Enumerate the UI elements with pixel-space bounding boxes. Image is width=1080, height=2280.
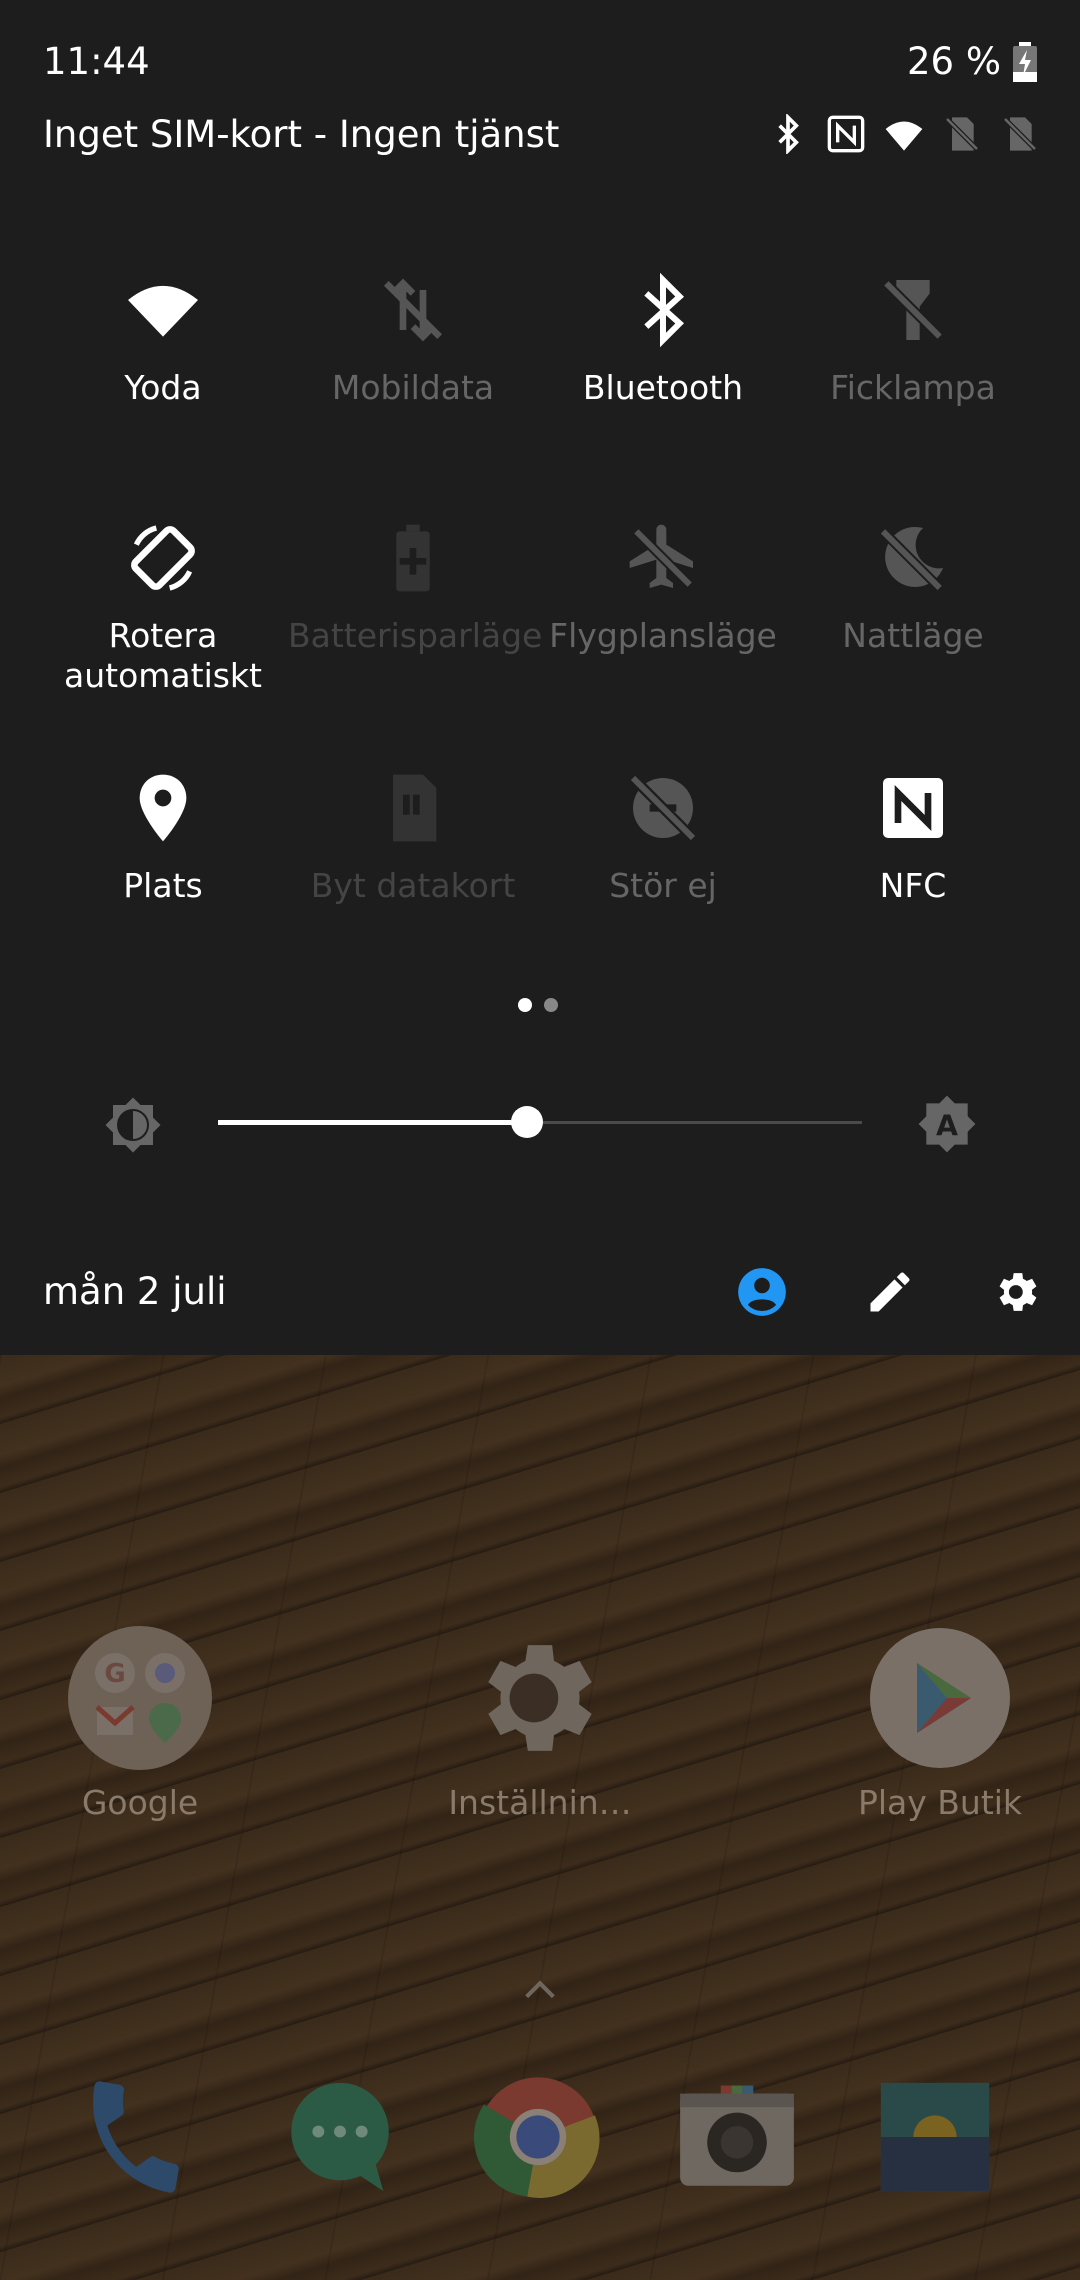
brightness-slider-fill [218,1120,528,1125]
date-text: mån 2 juli [43,1270,227,1313]
do-not-disturb-icon [629,774,697,842]
no-sim-icon [1003,117,1037,151]
gear-icon [999,1273,1037,1311]
battery-charging-icon [1013,41,1037,82]
location-icon [139,774,187,842]
tile-mobile-data[interactable]: Mobildata [288,270,538,408]
tile-flashlight[interactable]: Ficklampa [788,270,1038,408]
app-label: Play Butik [857,1783,1023,1822]
tile-label: Bluetooth [582,368,744,407]
carrier-text: Inget SIM-kort - Ingen tjänst [43,113,560,156]
tile-switch-data-card[interactable]: Byt datakort [288,768,538,906]
auto-brightness-label: A [936,1110,958,1143]
settings-app-icon [488,1645,592,1751]
tile-battery-saver[interactable]: Batterisparläge [288,518,543,656]
app-drawer-chevron-icon[interactable] [520,1970,560,2010]
tile-label: NFC [879,866,947,905]
tile-do-not-disturb[interactable]: Stör ej [538,768,788,906]
sim-card-icon [393,774,437,842]
tile-night-mode[interactable]: Nattläge [788,518,1038,656]
app-label: Google [81,1783,199,1822]
pencil-icon [870,1272,910,1312]
tile-label: Stör ej [609,866,717,905]
nfc-icon [827,115,865,153]
wifi-icon [128,285,198,337]
airplane-mode-icon [629,524,694,589]
chrome-icon[interactable] [473,2072,603,2202]
bluetooth-icon [778,114,799,154]
no-sim-icon [945,117,979,151]
battery-saver-icon [396,524,430,592]
night-mode-icon [879,526,944,592]
wifi-icon [885,121,923,151]
tile-label: Rotera automatiskt [64,616,262,695]
tile-label: Flygplansläge [549,616,777,655]
battery-percent: 26 % [907,40,1001,83]
shade-actions [720,1260,1060,1324]
tile-bluetooth[interactable]: Bluetooth [538,270,788,408]
phone-icon[interactable] [70,2072,200,2202]
tile-wifi[interactable]: Yoda [38,270,288,408]
nfc-icon [883,778,943,838]
app-google-folder[interactable]: G Google [20,1625,260,1822]
status-time: 11:44 [43,40,150,83]
app-settings[interactable]: Inställnin… [420,1625,660,1822]
user-button[interactable] [720,1260,804,1324]
tile-label: Nattläge [842,616,984,655]
tile-airplane-mode[interactable]: Flygplansläge [538,518,788,656]
account-icon [738,1268,786,1316]
tile-label: Yoda [124,368,202,407]
mobile-data-off-icon [383,278,443,342]
notification-shade: 11:44 26 % Inget SIM-kort - Ingen tjänst… [0,0,1080,1355]
svg-text:G: G [104,1659,125,1689]
tile-auto-rotate[interactable]: Rotera automatiskt [38,518,288,696]
brightness-slider-thumb[interactable] [511,1106,544,1138]
page-indicator[interactable] [518,998,558,1012]
tile-nfc[interactable]: NFC [788,768,1038,906]
auto-brightness-icon[interactable]: A [916,1093,978,1155]
google-folder-icon: G [68,1626,212,1770]
app-label: Inställnin… [448,1783,632,1822]
tile-label: Byt datakort [310,866,516,905]
page-dot-active [518,998,532,1012]
flashlight-icon [882,279,944,341]
play-store-icon [870,1628,1010,1768]
gallery-icon[interactable] [870,2072,1000,2202]
tile-label: Mobildata [331,368,495,407]
tile-label: Plats [123,866,203,905]
brightness-low-icon [105,1097,161,1153]
edit-button[interactable] [848,1260,932,1324]
battery-status: 26 % [907,40,1037,83]
auto-rotate-icon [131,525,195,591]
camera-icon[interactable] [672,2072,802,2202]
status-icons [768,114,1040,154]
tile-label: Ficklampa [830,368,996,407]
page-dot [544,998,558,1012]
tile-location[interactable]: Plats [38,768,288,906]
bluetooth-icon [644,272,685,348]
messages-icon[interactable] [275,2072,405,2202]
settings-button[interactable] [976,1260,1060,1324]
tile-label: Batterisparläge [288,616,543,655]
app-play-store[interactable]: Play Butik [820,1625,1060,1822]
